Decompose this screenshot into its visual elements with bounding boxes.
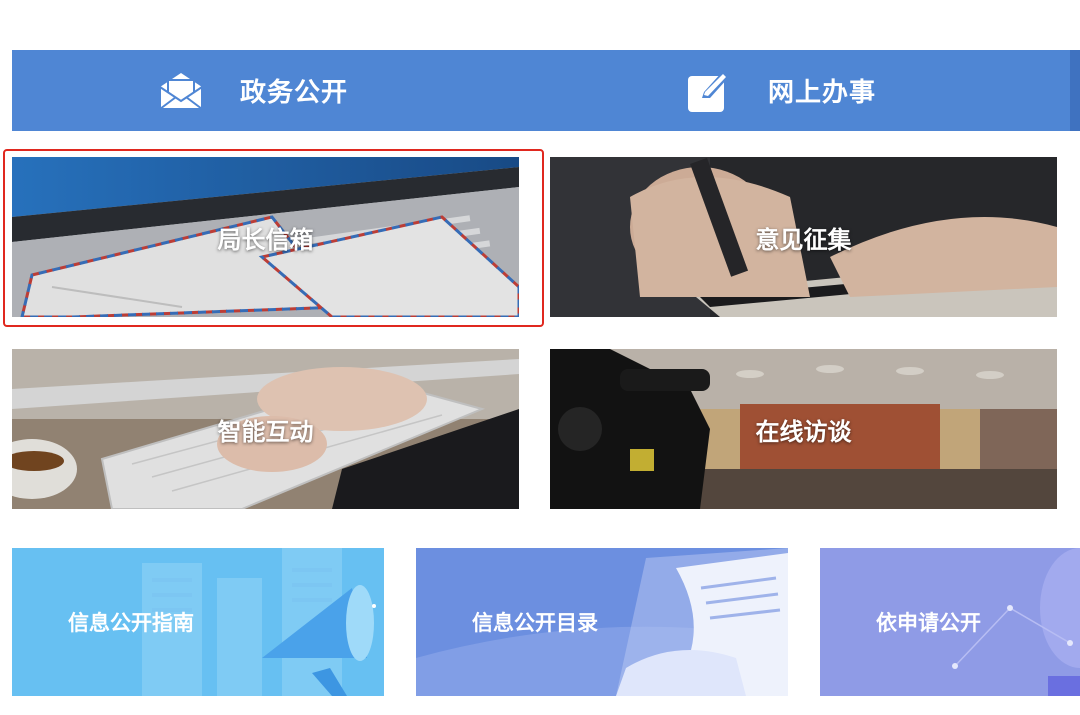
- tile-opinion-collection-label: 意见征集: [755, 226, 852, 254]
- card-disclosure-guide-label: 信息公开指南: [68, 612, 194, 635]
- nav-bar-edge: [1070, 50, 1080, 131]
- tile-online-interview[interactable]: 在线访谈: [550, 349, 1057, 509]
- nav-online-services-label: 网上办事: [768, 77, 877, 107]
- tile-smart-interaction[interactable]: 智能互动: [12, 349, 519, 509]
- card-disclosure-catalog-label: 信息公开目录: [472, 612, 598, 635]
- card-request-disclosure[interactable]: 依申请公开: [820, 548, 1080, 696]
- tile-opinion-collection[interactable]: 意见征集: [550, 157, 1057, 317]
- tile-online-interview-label: 在线访谈: [755, 418, 852, 446]
- nav-gov-affairs-button[interactable]: 政务公开: [158, 50, 348, 131]
- nav-online-services-button[interactable]: 网上办事: [686, 50, 876, 131]
- top-nav-bar: 政务公开 网上办事: [12, 50, 1080, 131]
- card-disclosure-guide[interactable]: 信息公开指南: [12, 548, 384, 696]
- selected-tile-highlight: [3, 149, 544, 327]
- card-request-disclosure-label: 依申请公开: [876, 612, 981, 635]
- nav-gov-affairs-label: 政务公开: [240, 77, 349, 107]
- tile-smart-interaction-label: 智能互动: [217, 418, 314, 446]
- envelope-icon: [158, 68, 204, 114]
- edit-icon: [686, 68, 732, 114]
- card-disclosure-catalog[interactable]: 信息公开目录: [416, 548, 788, 696]
